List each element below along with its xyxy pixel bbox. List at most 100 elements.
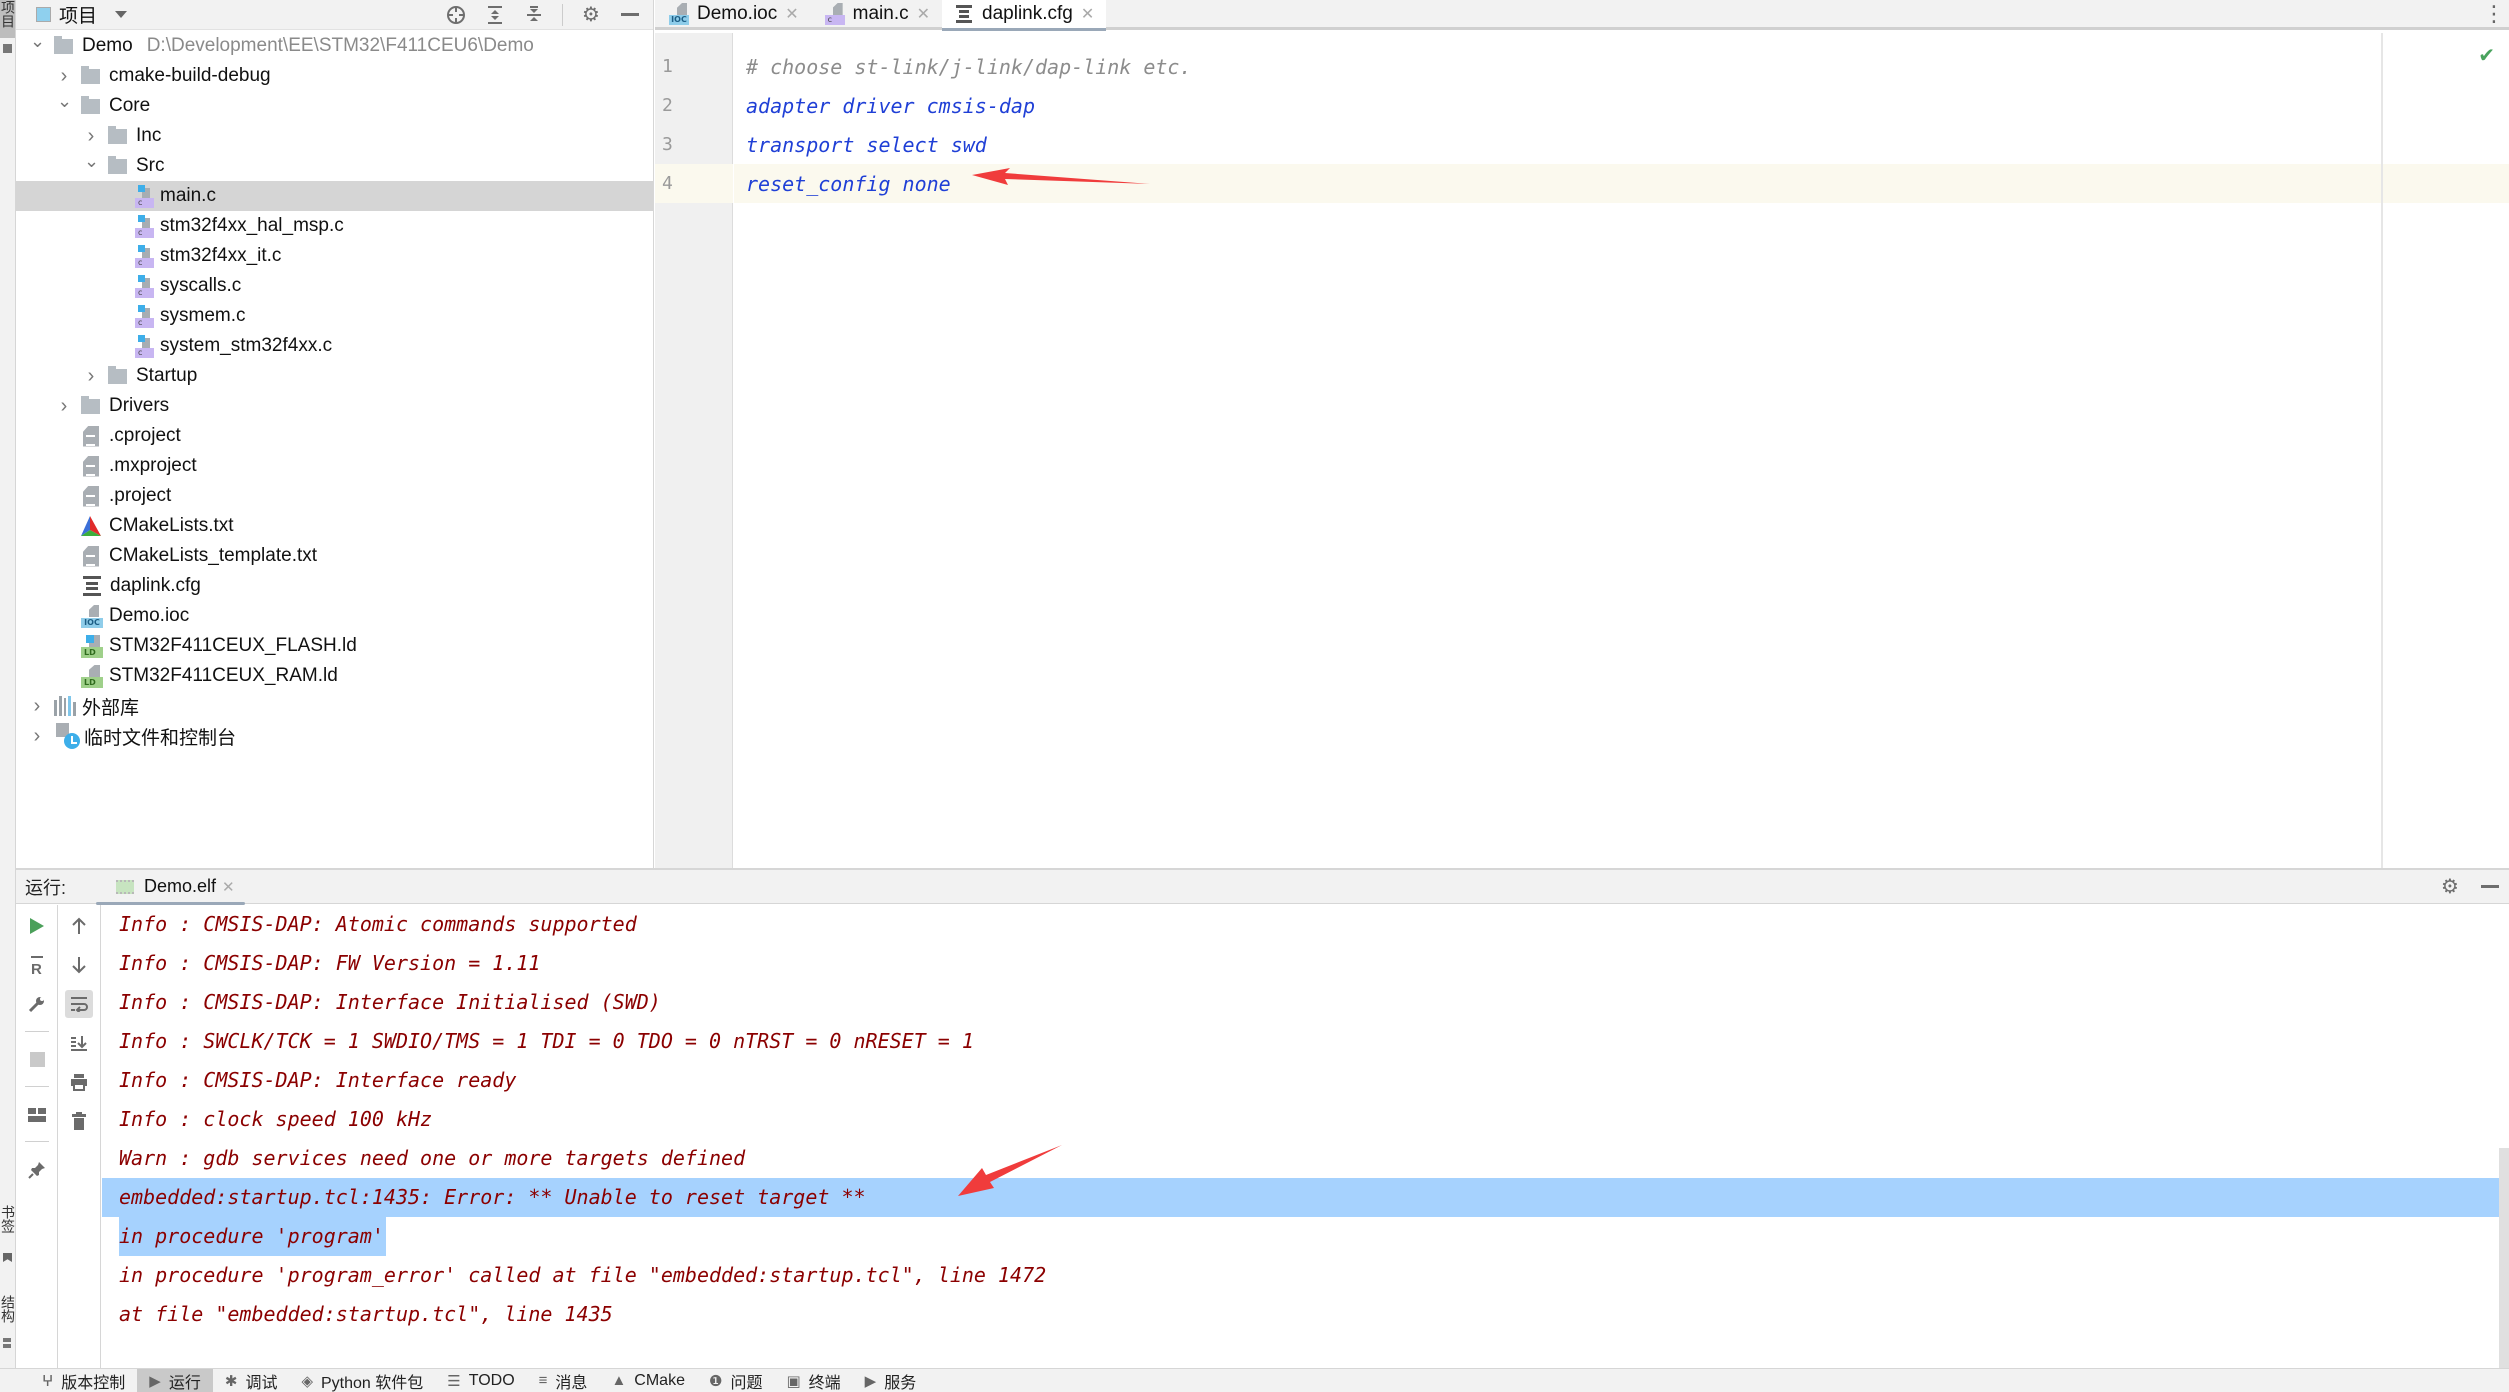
tree-item[interactable]: ⌄ Demo D:\Development\EE\STM32\F411CEU6\De… [16,31,653,61]
minimize-icon[interactable] [2479,876,2501,898]
close-icon[interactable]: ✕ [1081,4,1094,24]
checkmark-icon[interactable]: ✔ [2478,43,2495,68]
tree-item-label: Demo.ioc [109,605,190,626]
tree-item[interactable]: CMakeLists_template.txt [16,541,653,571]
folder-icon [81,395,100,414]
tree-item[interactable]: CMakeLists.txt [16,511,653,541]
tab-label: main.c [852,3,909,24]
tree-item[interactable]: c syscalls.c [16,271,653,301]
tree-item[interactable]: c stm32f4xx_hal_msp.c [16,211,653,241]
bottom-tab-run[interactable]: ▶ 运行 [137,1369,213,1392]
run-tab-demo-elf[interactable]: Demo.elf ✕ [96,870,245,905]
chevron-right-icon[interactable]: › [84,365,98,388]
chevron-down-icon[interactable]: ⌄ [30,31,45,52]
tab-daplink-cfg[interactable]: daplink.cfg ✕ [942,0,1107,31]
folder-icon [81,65,100,84]
close-icon[interactable]: ✕ [785,4,798,24]
bottom-tab-label: 调试 [245,1374,278,1392]
arrow-up-icon[interactable] [65,912,93,940]
console-line: Info : SWCLK/TCK = 1 SWDIO/TMS = 1 TDI =… [102,1022,2509,1061]
tree-item-label: main.c [160,185,216,206]
bottom-tab-problems[interactable]: ❶ 问题 [697,1369,774,1392]
code-area[interactable]: # choose st-link/j-link/dap-link etc. ad… [734,33,2509,868]
chevron-right-icon[interactable]: › [84,125,98,148]
bottom-tab-messages[interactable]: ≡ 消息 [527,1369,600,1392]
tab-demo-ioc[interactable]: IOC Demo.ioc ✕ [655,0,811,28]
wrench-icon[interactable] [23,990,51,1018]
console-scrollbar[interactable] [2499,1148,2509,1368]
tree-item[interactable]: LD STM32F411CEUX_RAM.ld [16,661,653,691]
tree-item[interactable]: .project [16,481,653,511]
tree-item[interactable]: c sysmem.c [16,301,653,331]
side-tab-bookmarks[interactable]: 书签 [0,1205,16,1241]
tree-item[interactable]: LD STM32F411CEUX_FLASH.ld [16,631,653,661]
chevron-down-icon[interactable]: ⌄ [57,91,72,112]
close-icon[interactable]: ✕ [222,878,235,896]
chevron-right-icon[interactable]: › [30,695,44,718]
project-panel-title[interactable]: 项目 [59,1,97,28]
text-file-icon [83,485,99,507]
collapse-all-icon[interactable] [523,4,545,26]
locate-icon[interactable] [445,4,467,26]
console-output[interactable]: Info : CMSIS-DAP: Atomic commands suppor… [102,905,2509,1370]
minimize-icon[interactable] [619,4,641,26]
close-icon[interactable]: ✕ [917,4,930,24]
run-icon: ▶ [149,1372,161,1390]
tree-item[interactable]: ⌄ Src [16,151,653,181]
trash-icon[interactable] [65,1107,93,1135]
rerun-icon[interactable]: R [23,951,51,979]
chevron-down-icon[interactable] [115,11,128,18]
tree-item[interactable]: › 外部库 [16,691,653,721]
tree-item[interactable]: daplink.cfg [16,571,653,601]
console-text: Info : CMSIS-DAP: Atomic commands suppor… [119,912,637,936]
bottom-tab-debug[interactable]: ✱ 调试 [213,1369,290,1392]
chevron-down-icon[interactable]: ⌄ [84,151,99,172]
tree-item[interactable]: › cmake-build-debug [16,61,653,91]
bottom-tab-cmake[interactable]: ▲ CMake [599,1369,697,1392]
bottom-tab-vcs[interactable]: ⵖ 版本控制 [30,1369,137,1392]
bottom-tab-python-packages[interactable]: ◈ Python 软件包 [289,1369,435,1392]
run-tab-label: Demo.elf [144,876,217,896]
bottom-tab-terminal[interactable]: ▣ 终端 [774,1369,852,1392]
console-text: at file "embedded:startup.tcl", line 143… [119,1302,613,1326]
line-number: 2 [662,95,673,116]
ioc-file-icon: IOC [81,604,103,628]
tree-item[interactable]: .cproject [16,421,653,451]
chevron-right-icon[interactable]: › [30,725,44,748]
code-editor[interactable]: 1 2 3 4 # choose st-link/j-link/dap-link… [655,33,2509,868]
bookmark-icon [3,1253,12,1262]
scroll-to-end-icon[interactable] [65,1029,93,1057]
bottom-tab-todo[interactable]: ☰ TODO [435,1369,526,1392]
tab-main-c[interactable]: c main.c ✕ [811,0,942,28]
gear-icon[interactable]: ⚙ [580,4,602,26]
tree-item[interactable]: › Inc [16,121,653,151]
tree-item[interactable]: c main.c [16,181,653,211]
run-icon[interactable] [23,912,51,940]
print-icon[interactable] [65,1068,93,1096]
gear-icon[interactable]: ⚙ [2439,876,2461,898]
bottom-tab-label: 服务 [884,1374,917,1392]
tree-item[interactable]: IOC Demo.ioc [16,601,653,631]
tree-item[interactable]: › 临时文件和控制台 [16,721,653,751]
tree-item[interactable]: .mxproject [16,451,653,481]
tree-item[interactable]: c stm32f4xx_it.c [16,241,653,271]
bottom-tab-services[interactable]: ▶ 服务 [853,1369,929,1392]
arrow-down-icon[interactable] [65,951,93,979]
pin-icon[interactable] [23,1156,51,1184]
layout-icon[interactable] [23,1101,51,1129]
bottom-tab-label: CMake [634,1371,685,1389]
stop-icon[interactable] [23,1045,51,1073]
soft-wrap-icon[interactable] [65,990,93,1018]
more-vertical-icon[interactable]: ⋮ [2483,2,2505,26]
chevron-right-icon[interactable]: › [57,395,71,418]
tree-item[interactable]: › Drivers [16,391,653,421]
tree-item[interactable]: c system_stm32f4xx.c [16,331,653,361]
chevron-right-icon[interactable]: › [57,65,71,88]
code-line: # choose st-link/j-link/dap-link etc. [734,47,2509,86]
bottom-tab-label: 问题 [730,1374,763,1392]
side-tab-project[interactable]: 项目 [0,0,16,38]
side-tab-structure[interactable]: 结构 [0,1295,16,1331]
tree-item[interactable]: › Startup [16,361,653,391]
tree-item[interactable]: ⌄ Core [16,91,653,121]
expand-all-icon[interactable] [484,4,506,26]
